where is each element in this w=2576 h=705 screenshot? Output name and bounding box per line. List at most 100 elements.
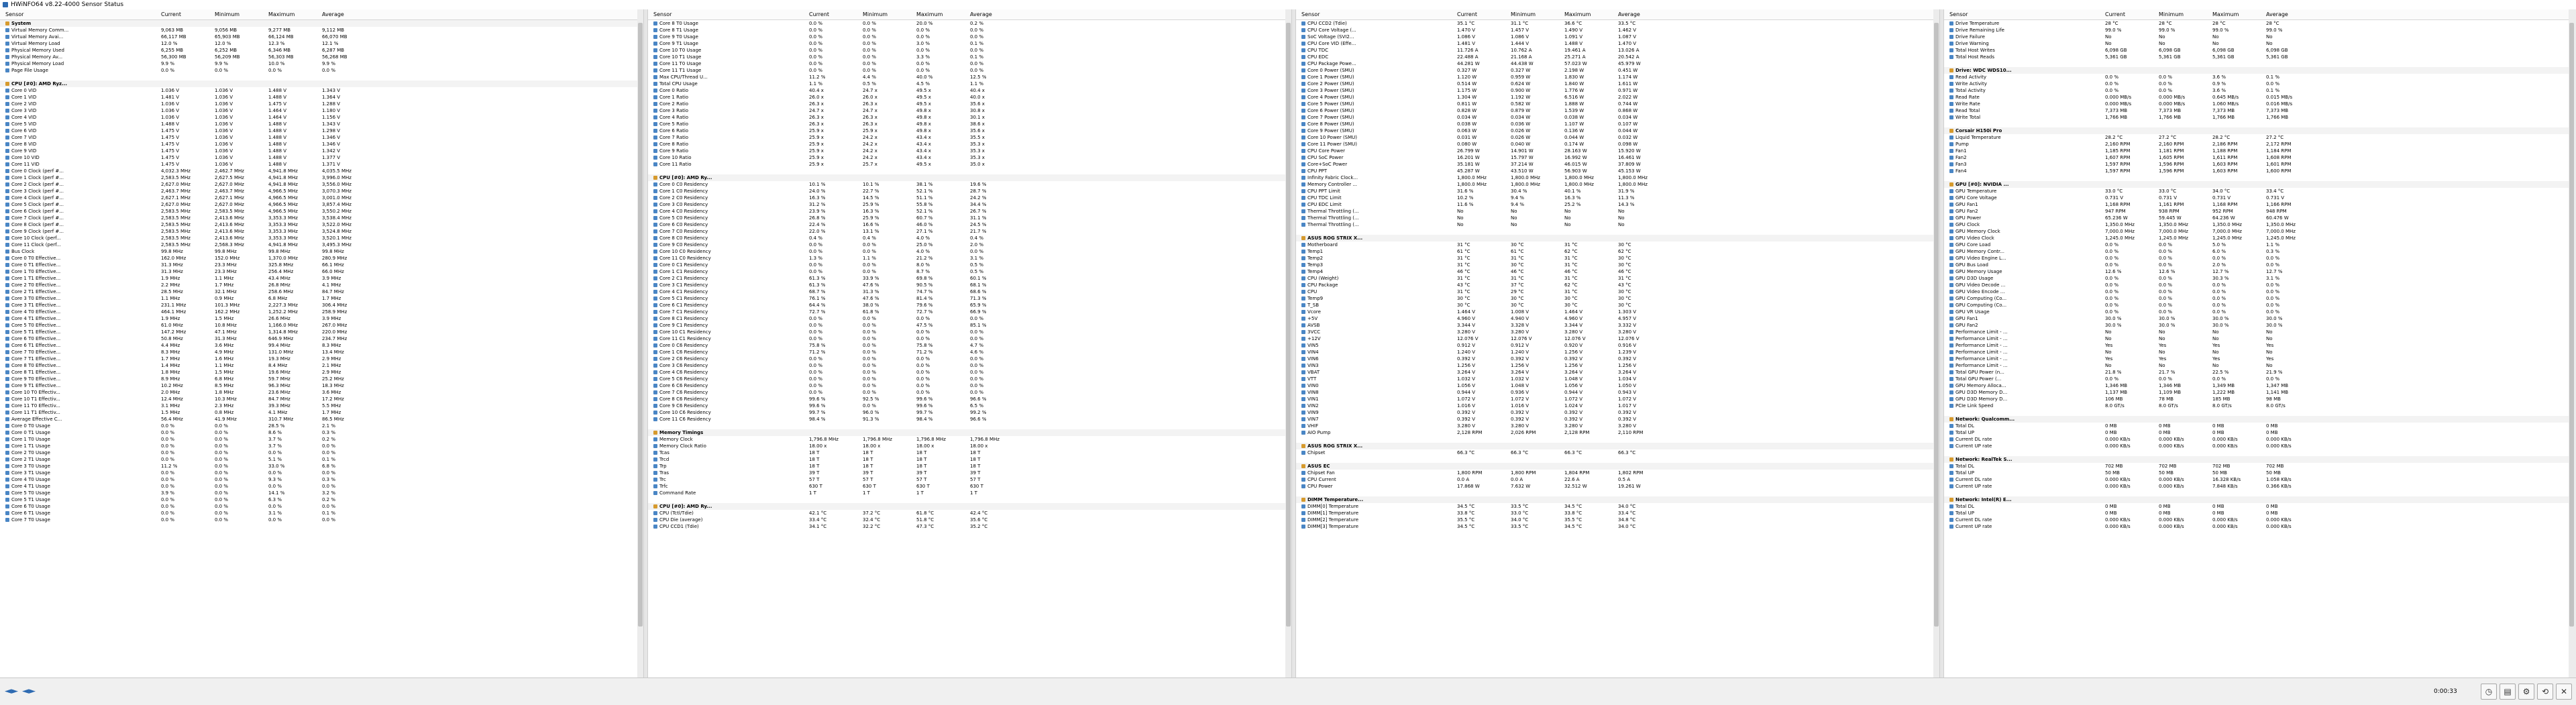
sensor-row[interactable]: Core 0 Power (SMU) 0.327 W 0.327 W 2.198 W0… xyxy=(1296,67,1933,74)
sensor-row[interactable]: Physical Memory Load 9.9 % 9.9 % 10.0 % 9.9 … xyxy=(0,60,637,67)
sensor-row[interactable]: Core 11 Power (SMU) 0.080 W 0.040 W 0.174 W… xyxy=(1296,141,1933,148)
column-header-minimum[interactable]: Minimum xyxy=(1511,9,1536,19)
sensor-row[interactable]: Core 8 T1 Effective... 1.8 MHz 1.5 MHz 19.6… xyxy=(0,369,637,376)
sensor-row[interactable]: GPU Memory Clock 7,000.0 MHz 7,000.0 MHz 7,… xyxy=(1944,228,2569,235)
column-header-current[interactable]: Current xyxy=(809,9,829,19)
sensor-row[interactable]: Core 3 Ratio 24.7 x 24.7 x 49.8 x 30.8 x xyxy=(648,107,1285,114)
sensor-row[interactable]: Core 7 Ratio 25.9 x 24.2 x 43.4 x 35.5 x xyxy=(648,134,1285,141)
sensor-row[interactable]: Core 2 Power (SMU) 0.514 W 0.624 W 1.840 W1… xyxy=(1296,80,1933,87)
sensor-row[interactable]: Core 8 C1 Residency 0.0 % 0.0 % 0.0 % 0.0 % xyxy=(648,315,1285,322)
sensor-row[interactable]: Core 6 T1 Effective... 4.4 MHz 3.6 MHz 99.4… xyxy=(0,342,637,349)
sensor-row[interactable]: Core 1 Power (SMU) 1.120 W 0.959 W 1.830 W1… xyxy=(1296,74,1933,80)
sensor-row[interactable]: Core 2 T0 Effective... 2.2 MHz 1.7 MHz 26.8… xyxy=(0,282,637,288)
sensor-row[interactable]: Core 6 T0 Effective... 50.8 MHz 31.3 MHz 64… xyxy=(0,335,637,342)
scrollbar-pane-4[interactable] xyxy=(2569,9,2576,677)
sensor-row[interactable]: Core 1 VID 1.481 V 1.036 V 1.488 V 1.364 V xyxy=(0,94,637,101)
sensor-row[interactable]: Total GPU Power (... 0.0 % 0.0 % 0.0 % 0.0 % xyxy=(1944,376,2569,382)
sensor-row[interactable]: Core 8 T1 Usage 0.0 % 0.0 % 0.0 % 0.0 % xyxy=(648,27,1285,34)
sensor-row[interactable]: Core 10 T1 Usage 0.0 % 0.0 % 3.3 % 0.1 % xyxy=(648,54,1285,60)
column-header-maximum[interactable]: Maximum xyxy=(268,9,294,19)
sensor-row[interactable]: Core 3 VID 1.036 V 1.036 V 1.464 V 1.180 V xyxy=(0,107,637,114)
sensor-row[interactable]: Write Total 1,766 MB 1,766 MB 1,766 MB 1,766… xyxy=(1944,114,2569,121)
sensor-row[interactable]: Total UP 50 MB 50 MB 50 MB 50 MB xyxy=(1944,470,2569,476)
sensor-row[interactable]: Memory Controller ... 1,800.0 MHz 1,800.0 … xyxy=(1296,181,1933,188)
sensor-row[interactable]: Core 6 Clock (perf #... 2,583.5 MHz 2,583.… xyxy=(0,208,637,215)
sensor-row[interactable]: Temp2 31 °C 31 °C 31 °C 30 °C xyxy=(1296,255,1933,262)
sensor-row[interactable]: AVSB 3.344 V 3.328 V 3.344 V 3.332 V xyxy=(1296,322,1933,329)
sensor-row[interactable]: Core 3 T1 Effective... 231.1 MHz 101.3 MHz… xyxy=(0,302,637,309)
sensor-row[interactable]: Core 1 T1 Usage 0.0 % 0.0 % 3.7 % 0.0 % xyxy=(0,443,637,449)
sensor-row[interactable]: Temp4 46 °C 46 °C 46 °C 46 °C xyxy=(1296,268,1933,275)
sensor-group-header[interactable]: Network: RealTek S... xyxy=(1944,456,2569,463)
sensor-row[interactable]: Memory Clock Ratio 18.00 x 18.00 x 18.00 x1… xyxy=(648,443,1285,449)
sensor-row[interactable]: Core 0 C6 Residency 75.8 % 0.0 % 75.8 % 4.7 … xyxy=(648,342,1285,349)
sensor-row[interactable]: Core 2 Ratio 26.3 x 26.3 x 49.5 x 35.6 x xyxy=(648,101,1285,107)
column-header-average[interactable]: Average xyxy=(970,9,992,19)
column-header-maximum[interactable]: Maximum xyxy=(2212,9,2239,19)
sensor-row[interactable]: VIN6 0.392 V 0.392 V 0.392 V 0.392 V xyxy=(1296,356,1933,362)
sensor-row[interactable]: Total DL 0 MB 0 MB 0 MB 0 MB xyxy=(1944,423,2569,429)
sensor-row[interactable]: CPU (Tctl/Tdie) 42.1 °C 37.2 °C 61.8 °C 42.4… xyxy=(648,510,1285,517)
sensor-row[interactable]: Page File Usage 0.0 % 0.0 % 0.0 % 0.0 % xyxy=(0,67,637,74)
sensor-row[interactable]: Core 8 Power (SMU) 0.038 W 0.036 W 1.107 W0… xyxy=(1296,121,1933,127)
sensor-row[interactable]: Core 3 Power (SMU) 1.175 W 0.900 W 1.776 W0… xyxy=(1296,87,1933,94)
sensor-row[interactable]: CPU PPT 45.287 W 43.510 W 56.903 W 45.153 W xyxy=(1296,168,1933,174)
sensor-row[interactable]: Core 1 T0 Effective... 31.3 MHz 23.3 MHz 25… xyxy=(0,268,637,275)
sensor-row[interactable]: Current UP rate 0.000 KB/s 0.000 KB/s 7.848… xyxy=(1944,483,2569,490)
sensor-row[interactable]: Core 9 C0 Residency 0.0 % 0.0 % 25.0 % 2.0 % xyxy=(648,241,1285,248)
sensor-row[interactable]: Core 2 T1 Effective... 28.5 MHz 32.1 MHz 25… xyxy=(0,288,637,295)
sensor-row[interactable]: Drive Temperature 28 °C 28 °C 28 °C 28 °C xyxy=(1944,20,2569,27)
sensor-row[interactable]: Pump 2,160 RPM 2,160 RPM 2,186 RPM 2,172 RPM xyxy=(1944,141,2569,148)
sensor-row[interactable]: Core 11 T1 Effectiv... 1.5 MHz 0.8 MHz 4.1 … xyxy=(0,409,637,416)
sensor-row[interactable]: Core 9 Power (SMU) 0.063 W 0.026 W 0.136 W0… xyxy=(1296,127,1933,134)
column-header-maximum[interactable]: Maximum xyxy=(1564,9,1591,19)
sensor-row[interactable]: Total GPU Power (n... 21.8 % 21.7 % 22.5 % 2… xyxy=(1944,369,2569,376)
sensor-row[interactable]: 3VCC 3.280 V 3.280 V 3.280 V 3.280 V xyxy=(1296,329,1933,335)
sensor-row[interactable]: Core 7 C6 Residency 0.0 % 0.0 % 0.0 % 0.0 % xyxy=(648,389,1285,396)
sensor-row[interactable]: Core 11 T0 Effectiv... 3.1 MHz 2.3 MHz 39.3… xyxy=(0,402,637,409)
sensor-row[interactable]: GPU Memory Contr... 0.0 % 0.0 % 6.0 % 0.3 % xyxy=(1944,248,2569,255)
sensor-row[interactable]: Core 6 Ratio 25.9 x 25.9 x 49.8 x 35.6 x xyxy=(648,127,1285,134)
sensor-row[interactable]: SoC Voltage (SVI2... 1.086 V 1.086 V 1.091 … xyxy=(1296,34,1933,40)
sensor-row[interactable]: CPU TDC Limit 10.2 % 9.4 % 16.3 % 11.3 % xyxy=(1296,195,1933,201)
sensor-row[interactable]: CPU Die (average) 33.4 °C 32.4 °C 51.8 °C 35… xyxy=(648,517,1285,523)
sensor-row[interactable]: Core 8 T0 Usage 0.0 % 0.0 % 20.0 % 0.2 % xyxy=(648,20,1285,27)
sensor-row[interactable]: GPU Video Engine L... 0.0 % 0.0 % 0.0 % 0.0 … xyxy=(1944,255,2569,262)
sensor-row[interactable]: Core 9 Clock (perf #... 2,583.5 MHz 2,413.… xyxy=(0,228,637,235)
sensor-row[interactable]: Command Rate 1 T1 T1 T1 T xyxy=(648,490,1285,496)
sensor-row[interactable]: Core 5 VID 1.488 V 1.036 V 1.488 V 1.343 V xyxy=(0,121,637,127)
sensor-row[interactable]: Performance Limit - ... No No No No xyxy=(1944,329,2569,335)
sensor-row[interactable]: GPU Video Decode ... 0.0 % 0.0 % 0.0 % 0.0 % xyxy=(1944,282,2569,288)
sensor-row[interactable]: VIN5 0.912 V 0.912 V 0.920 V 0.916 V xyxy=(1296,342,1933,349)
nav-right-arrows-icon[interactable]: ◄► xyxy=(21,686,36,697)
sensor-row[interactable]: Core 8 Ratio 25.9 x 24.2 x 43.4 x 35.3 x xyxy=(648,141,1285,148)
sensor-row[interactable]: CPU (Weight) 31 °C 31 °C 31 °C 31 °C xyxy=(1296,275,1933,282)
sensor-row[interactable]: GPU Bus Load 0.0 % 0.0 % 2.0 % 0.0 % xyxy=(1944,262,2569,268)
sensor-group-header[interactable]: Corsair H150i Pro xyxy=(1944,127,2569,134)
sensor-row[interactable]: Performance Limit - ... Yes Yes Yes Yes xyxy=(1944,342,2569,349)
sensor-row[interactable]: Core 0 T1 Effective... 31.3 MHz 23.3 MHz 32… xyxy=(0,262,637,268)
sensor-row[interactable]: Core 3 T0 Usage 11.2 % 0.0 % 33.0 % 6.8 % xyxy=(0,463,637,470)
sensor-row[interactable]: Drive Warning No No No No xyxy=(1944,40,2569,47)
sensor-row[interactable]: Read Total 7,373 MB 7,373 MB 7,373 MB 7,373 … xyxy=(1944,107,2569,114)
sensor-row[interactable]: Liquid Temperature 28.2 °C 27.2 °C 28.2 °C 2… xyxy=(1944,134,2569,141)
column-header-sensor[interactable]: Sensor xyxy=(1949,9,1968,19)
sensor-row[interactable]: Core 10 Power (SMU) 0.031 W 0.026 W 0.044 W… xyxy=(1296,134,1933,141)
sensor-group-header[interactable]: CPU [#0]: AMD Ry... xyxy=(648,174,1285,181)
sensor-row[interactable]: Core 9 VID 1.475 V 1.036 V 1.488 V 1.342 V xyxy=(0,148,637,154)
sensor-row[interactable]: Current DL rate 0.000 KB/s 0.000 KB/s 16.32… xyxy=(1944,476,2569,483)
sensor-row[interactable]: Core 1 Ratio 26.0 x 26.0 x 49.5 x 40.0 x xyxy=(648,94,1285,101)
sensor-row[interactable]: Core 10 T0 Effectiv... 2.0 MHz 1.8 MHz 23.6… xyxy=(0,389,637,396)
sensor-row[interactable]: Read Activity 0.0 % 0.0 % 3.6 % 0.1 % xyxy=(1944,74,2569,80)
sensor-row[interactable]: Core 0 T0 Effective... 162.0 MHz 152.0 MHz… xyxy=(0,255,637,262)
sensor-row[interactable]: Core 7 Power (SMU) 0.034 W 0.034 W 0.038 W0… xyxy=(1296,114,1933,121)
sensor-row[interactable]: CPU EDC 22.488 A 21.168 A 25.271 A 20.542 A xyxy=(1296,54,1933,60)
sensor-row[interactable]: Read Rate 0.000 MB/s 0.000 MB/s 0.645 MB/s 0… xyxy=(1944,94,2569,101)
report-icon[interactable]: ▤ xyxy=(2500,684,2516,700)
sensor-row[interactable]: GPU D3D Memory D... 1,137 MB 1,109 MB 1,222… xyxy=(1944,389,2569,396)
sensor-row[interactable]: GPU Clock 1,350.0 MHz 1,350.0 MHz 1,350.0 M… xyxy=(1944,221,2569,228)
sensor-row[interactable]: Current UP rate 0.000 KB/s 0.000 KB/s 0.000… xyxy=(1944,523,2569,530)
pane-splitter[interactable] xyxy=(1291,9,1296,677)
sensor-row[interactable]: Core 7 VID 1.475 V 1.036 V 1.488 V 1.346 V xyxy=(0,134,637,141)
sensor-row[interactable]: Core 7 Clock (perf #... 2,583.5 MHz 2,413.… xyxy=(0,215,637,221)
